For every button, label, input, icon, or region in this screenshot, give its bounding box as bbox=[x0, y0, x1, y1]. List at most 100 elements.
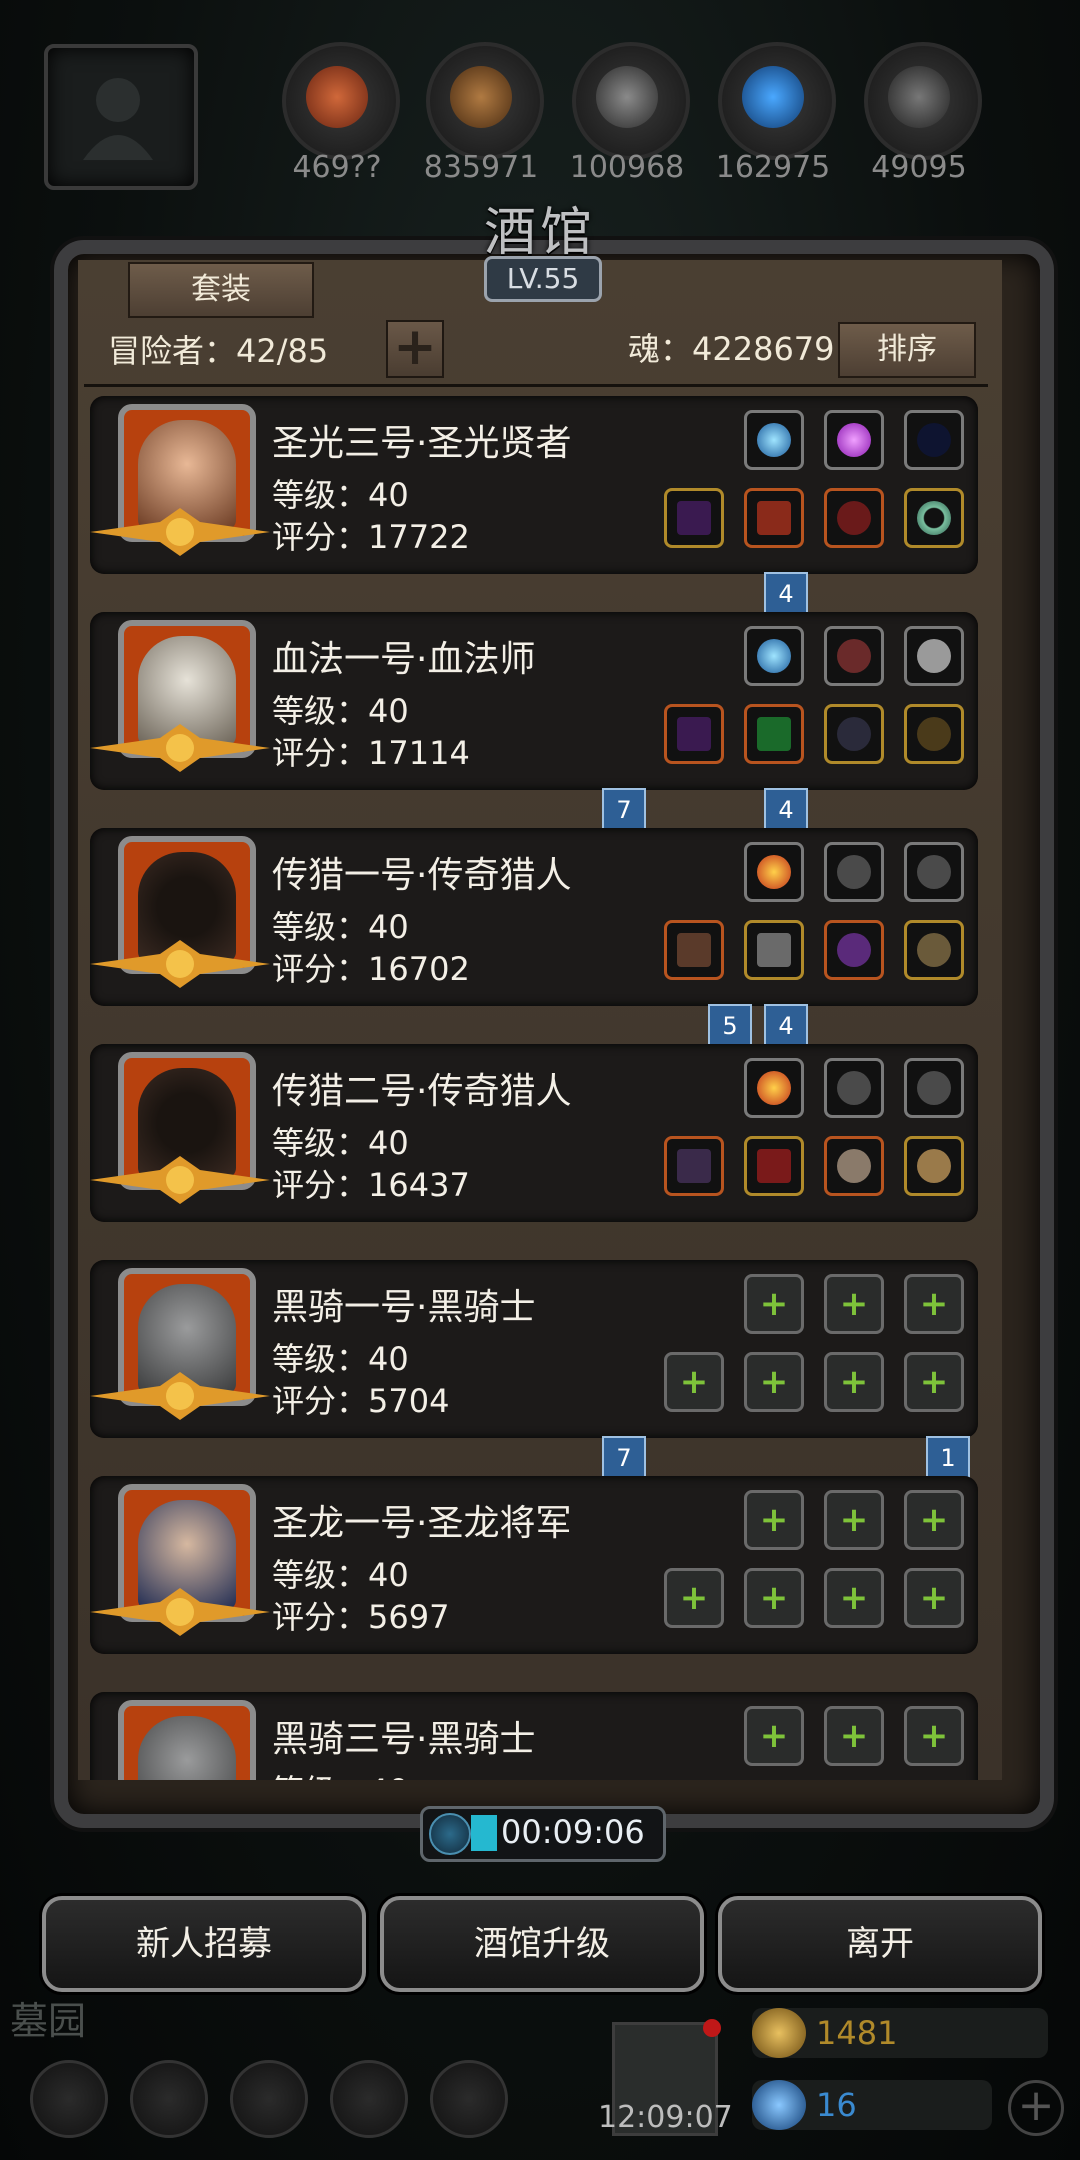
handshake-icon[interactable] bbox=[430, 2060, 508, 2138]
hero-avatar bbox=[118, 1700, 256, 1780]
equip-slot[interactable] bbox=[904, 626, 964, 686]
empty-equip-slot[interactable]: + bbox=[744, 1706, 804, 1766]
crystal-icon bbox=[742, 66, 804, 128]
gold-coin-icon bbox=[752, 2008, 806, 2058]
resource-ore[interactable] bbox=[864, 42, 982, 160]
equip-slot[interactable] bbox=[904, 1136, 964, 1196]
hero-level: 等级：40 bbox=[272, 1124, 409, 1162]
equip-slot[interactable] bbox=[824, 488, 884, 548]
empty-equip-slot[interactable]: + bbox=[664, 1352, 724, 1412]
hero-name: 圣光三号·圣光贤者 bbox=[272, 423, 572, 464]
empty-equip-slot[interactable]: + bbox=[744, 1490, 804, 1550]
equip-slot[interactable] bbox=[744, 488, 804, 548]
set-button[interactable]: 套装 bbox=[128, 262, 314, 318]
hero-card[interactable]: 传猎二号·传奇猎人 等级：40 评分：16437 bbox=[90, 1044, 978, 1222]
hero-card[interactable]: 圣龙一号·圣龙将军 等级：40 评分：5697 + + + + + + + bbox=[90, 1476, 978, 1654]
equip-slot[interactable] bbox=[824, 410, 884, 470]
resource-bar: 469?? 835971 100968 162975 49095 bbox=[0, 0, 1080, 190]
empty-equip-slot[interactable]: + bbox=[824, 1274, 884, 1334]
ring-icon bbox=[917, 501, 951, 535]
equip-slot[interactable] bbox=[744, 1058, 804, 1118]
equip-slot[interactable] bbox=[824, 626, 884, 686]
upgrade-tavern-button[interactable]: 酒馆升级 bbox=[380, 1896, 704, 1992]
empty-equip-slot[interactable]: + bbox=[904, 1352, 964, 1412]
equip-slot[interactable] bbox=[744, 410, 804, 470]
empty-equip-slot[interactable]: + bbox=[824, 1490, 884, 1550]
glove-icon bbox=[837, 639, 871, 673]
clock-icon bbox=[429, 1813, 471, 1855]
resource-meat[interactable] bbox=[282, 42, 400, 160]
recruit-button[interactable]: 新人招募 bbox=[42, 1896, 366, 1992]
gem-counter: 16 bbox=[752, 2080, 992, 2130]
resource-wood-value: 835971 bbox=[423, 150, 539, 185]
soul-count: 魂：4228679 bbox=[628, 330, 835, 368]
mail-icon[interactable] bbox=[330, 2060, 408, 2138]
rank-medal-icon bbox=[90, 1588, 270, 1636]
feather-icon bbox=[837, 1071, 871, 1105]
sort-button[interactable]: 排序 bbox=[838, 322, 976, 378]
hero-card[interactable]: 血法一号·血法师 等级：40 评分：17114 bbox=[90, 612, 978, 790]
equip-slot[interactable] bbox=[904, 704, 964, 764]
equip-slot[interactable] bbox=[664, 488, 724, 548]
equip-slot[interactable] bbox=[664, 1136, 724, 1196]
resource-crystal[interactable] bbox=[718, 42, 836, 160]
map-icon[interactable] bbox=[230, 2060, 308, 2138]
equip-slot[interactable] bbox=[904, 920, 964, 980]
empty-equip-slot[interactable]: + bbox=[904, 1706, 964, 1766]
empty-equip-slot[interactable]: + bbox=[824, 1568, 884, 1628]
equip-slot[interactable] bbox=[904, 410, 964, 470]
equip-slot[interactable] bbox=[664, 920, 724, 980]
equip-slot[interactable] bbox=[744, 1136, 804, 1196]
hero-level: 等级：40 bbox=[272, 908, 409, 946]
mask-icon bbox=[917, 639, 951, 673]
resource-iron[interactable] bbox=[572, 42, 690, 160]
empty-equip-slot[interactable]: + bbox=[904, 1490, 964, 1550]
rank-medal-icon bbox=[90, 940, 270, 988]
empty-equip-slot[interactable]: + bbox=[904, 1568, 964, 1628]
bow-icon bbox=[917, 423, 951, 457]
add-equip-icon: + bbox=[759, 1578, 789, 1618]
hero-level: 等级：40 bbox=[272, 1556, 409, 1594]
equip-slot[interactable] bbox=[744, 920, 804, 980]
equip-slot[interactable] bbox=[904, 488, 964, 548]
hero-list[interactable]: 圣光三号·圣光贤者 等级：40 评分：17722 4 血法一号·血法师 等级：4… bbox=[84, 396, 996, 1780]
empty-equip-slot[interactable]: + bbox=[824, 1352, 884, 1412]
hero-card[interactable]: 圣光三号·圣光贤者 等级：40 评分：17722 bbox=[90, 396, 978, 574]
equip-slot[interactable] bbox=[664, 704, 724, 764]
achievement-icon[interactable] bbox=[130, 2060, 208, 2138]
equip-slot[interactable] bbox=[904, 842, 964, 902]
hero-card[interactable]: 黑骑一号·黑骑士 等级：40 评分：5704 + + + + + + + bbox=[90, 1260, 978, 1438]
empty-equip-slot[interactable]: + bbox=[744, 1274, 804, 1334]
gun-icon bbox=[677, 933, 711, 967]
gold-value: 1481 bbox=[816, 2014, 898, 2052]
equip-slot[interactable] bbox=[824, 842, 884, 902]
leave-button[interactable]: 离开 bbox=[718, 1896, 1042, 1992]
equip-slot[interactable] bbox=[824, 1136, 884, 1196]
hero-card[interactable]: 黑骑三号·黑骑士 等级：40 + + + bbox=[90, 1692, 978, 1780]
add-adventurer-button[interactable]: + bbox=[386, 320, 444, 378]
empty-equip-slot[interactable]: + bbox=[904, 1274, 964, 1334]
equip-slot[interactable] bbox=[824, 1058, 884, 1118]
hero-card[interactable]: 传猎一号·传奇猎人 等级：40 评分：16702 bbox=[90, 828, 978, 1006]
resource-wood[interactable] bbox=[426, 42, 544, 160]
equip-slot[interactable] bbox=[824, 920, 884, 980]
empty-equip-slot[interactable]: + bbox=[664, 1568, 724, 1628]
hood-icon bbox=[837, 933, 871, 967]
empty-equip-slot[interactable]: + bbox=[744, 1568, 804, 1628]
sword-icon bbox=[677, 1149, 711, 1183]
add-currency-button[interactable]: + bbox=[1008, 2080, 1064, 2136]
add-equip-icon: + bbox=[919, 1500, 949, 1540]
settings-icon[interactable] bbox=[30, 2060, 108, 2138]
equip-slot[interactable] bbox=[824, 704, 884, 764]
purple-gem-icon bbox=[837, 423, 871, 457]
empty-equip-slot[interactable]: + bbox=[824, 1706, 884, 1766]
area-label: 墓园 bbox=[10, 1999, 87, 2043]
equip-slot[interactable] bbox=[744, 842, 804, 902]
dagger-icon bbox=[837, 717, 871, 751]
empty-equip-slot[interactable]: + bbox=[744, 1352, 804, 1412]
equip-slot[interactable] bbox=[744, 626, 804, 686]
resource-iron-value: 100968 bbox=[569, 150, 685, 185]
equip-slot[interactable] bbox=[744, 704, 804, 764]
player-portrait[interactable] bbox=[44, 44, 198, 190]
equip-slot[interactable] bbox=[904, 1058, 964, 1118]
